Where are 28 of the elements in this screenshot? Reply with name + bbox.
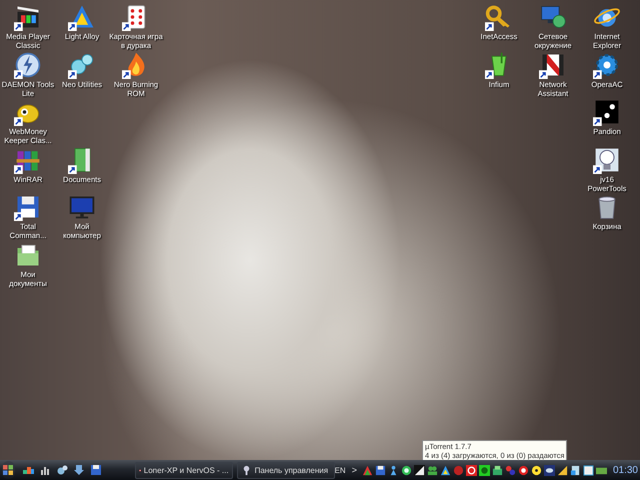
triangle-icon[interactable] [362, 464, 373, 476]
dots-icon[interactable] [593, 98, 621, 126]
power-icon[interactable] [466, 464, 477, 476]
molecule-icon[interactable] [504, 464, 516, 476]
ring-icon[interactable] [400, 464, 412, 476]
round-button-icon[interactable] [478, 464, 490, 476]
start-button[interactable] [2, 461, 15, 479]
document-icon[interactable] [570, 464, 581, 476]
eye-icon[interactable] [544, 464, 555, 476]
network-icon[interactable] [539, 3, 567, 31]
triangle-icon[interactable] [440, 464, 451, 476]
language-indicator[interactable]: EN [334, 466, 350, 474]
arrow-down-icon[interactable] [72, 462, 86, 478]
tray-box-icon[interactable] [492, 464, 503, 476]
taskbar-button[interactable]: Панель управления [236, 462, 335, 478]
signal-icon[interactable] [414, 464, 425, 476]
target-icon[interactable] [518, 464, 529, 476]
floppy-icon[interactable] [374, 464, 386, 476]
expand-tray-button[interactable]: > [352, 465, 360, 475]
clock[interactable]: 01:30 [612, 464, 638, 476]
floppy-icon[interactable] [88, 462, 103, 478]
light-bulb-icon[interactable] [593, 146, 621, 174]
disc-icon[interactable] [14, 50, 42, 79]
volume-icon[interactable] [556, 464, 568, 476]
triangle-icon[interactable] [68, 3, 96, 31]
people-icon[interactable] [426, 464, 438, 476]
taskbar-button[interactable]: Loner-XP и NervOS - ... [134, 462, 233, 478]
window-icon[interactable] [582, 464, 594, 476]
